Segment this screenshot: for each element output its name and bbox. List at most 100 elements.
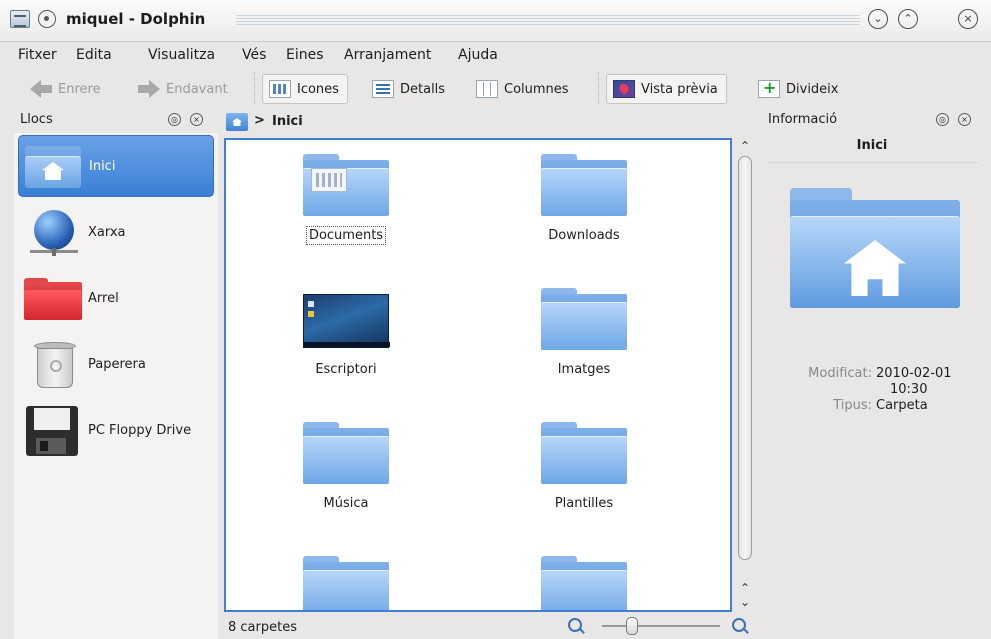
zoom-slider-handle[interactable] — [625, 617, 638, 635]
breadcrumb-current[interactable]: Inici — [272, 114, 303, 129]
file-item-label: Downloads — [548, 228, 620, 243]
place-label: Xarxa — [88, 224, 126, 240]
file-item-plantilles[interactable]: Plantilles — [484, 408, 684, 528]
modified-label: Modificat: — [808, 366, 872, 381]
toolbar: Enrere Endavant Icones Detalls Columnes … — [0, 68, 991, 108]
place-item-floppy[interactable]: PC Floppy Drive — [18, 399, 214, 461]
floppy-icon — [20, 404, 82, 456]
file-item-escriptori[interactable]: Escriptori — [246, 274, 446, 394]
folder-icon — [541, 284, 627, 350]
folder-icon — [541, 418, 627, 484]
place-item-arrel[interactable]: Arrel — [18, 267, 214, 329]
menu-fitxer[interactable]: Fitxer — [18, 47, 57, 63]
forward-button[interactable]: Endavant — [138, 74, 228, 104]
zoom-slider[interactable] — [602, 625, 720, 627]
folder-icon — [541, 552, 627, 610]
forward-arrow-icon — [138, 80, 160, 98]
menu-arranjament[interactable]: Arranjament — [344, 47, 431, 63]
places-panel: Llocs ◎ × Inici Xarxa Arrel Paperera PC … — [14, 108, 218, 639]
scrollbar-thumb[interactable] — [738, 156, 752, 560]
file-item-label: Imatges — [557, 362, 611, 377]
forward-label: Endavant — [166, 81, 228, 97]
close-panel-icon[interactable]: × — [958, 113, 971, 126]
float-panel-icon[interactable]: ◎ — [168, 113, 181, 126]
columns-view-label: Columnes — [504, 81, 569, 97]
place-item-inici[interactable]: Inici — [18, 135, 214, 197]
details-view-button[interactable]: Detalls — [372, 74, 445, 104]
type-value: Carpeta — [876, 398, 928, 413]
zoom-out-icon[interactable] — [568, 618, 582, 632]
status-text: 8 carpetes — [228, 620, 297, 635]
vertical-scrollbar[interactable]: ⌃ ⌃ ⌄ — [734, 138, 756, 612]
file-item-partial[interactable] — [246, 542, 446, 610]
file-item-partial[interactable] — [484, 542, 684, 610]
file-icon-view[interactable]: Documents Downloads Escriptori Imatges M… — [224, 138, 732, 612]
file-item-downloads[interactable]: Downloads — [484, 140, 684, 260]
modified-date: 2010-02-01 — [876, 366, 952, 381]
float-panel-icon[interactable]: ◎ — [936, 113, 949, 126]
icons-view-button[interactable]: Icones — [262, 74, 348, 104]
red-folder-icon — [20, 272, 82, 324]
breadcrumb: > Inici — [222, 108, 758, 138]
scroll-down-icon[interactable]: ⌄ — [738, 596, 752, 608]
toolbar-separator — [598, 72, 599, 104]
scroll-up-icon[interactable]: ⌃ — [738, 582, 752, 594]
close-icon[interactable]: × — [958, 9, 978, 29]
menu-ves[interactable]: Vés — [242, 47, 266, 63]
back-label: Enrere — [58, 81, 101, 97]
divider — [768, 162, 978, 163]
breadcrumb-home-icon[interactable] — [226, 113, 248, 131]
home-folder-icon — [21, 140, 83, 192]
scroll-up-icon[interactable]: ⌃ — [738, 140, 752, 152]
folder-documents-icon — [303, 150, 389, 216]
maximize-icon[interactable]: ⌃ — [898, 9, 918, 29]
trash-icon — [20, 338, 82, 390]
status-bar: 8 carpetes — [222, 614, 758, 639]
split-view-label: Divideix — [786, 81, 839, 97]
sticky-pin-icon[interactable] — [38, 10, 56, 28]
file-item-label: Escriptori — [315, 362, 377, 377]
details-view-label: Detalls — [400, 81, 446, 97]
folder-icon — [303, 552, 389, 610]
title-bar[interactable]: miquel - Dolphin ⌄ ⌃ × — [0, 0, 991, 42]
menu-visualitza[interactable]: Visualitza — [148, 47, 215, 63]
file-item-musica[interactable]: Música — [246, 408, 446, 528]
menu-eines[interactable]: Eines — [286, 47, 324, 63]
place-item-xarxa[interactable]: Xarxa — [18, 201, 214, 263]
place-label: PC Floppy Drive — [88, 422, 192, 438]
preview-label: Vista prèvia — [641, 81, 718, 97]
file-item-imatges[interactable]: Imatges — [484, 274, 684, 394]
file-item-documents[interactable]: Documents — [246, 140, 446, 260]
breadcrumb-separator-icon: > — [254, 113, 265, 128]
columns-view-button[interactable]: Columnes — [476, 74, 569, 104]
information-panel-title: Informació — [768, 112, 838, 127]
places-panel-header: Llocs ◎ × — [14, 108, 218, 132]
preview-icon — [613, 80, 635, 98]
preview-toggle-button[interactable]: Vista prèvia — [606, 74, 727, 104]
menu-edita[interactable]: Edita — [76, 47, 112, 63]
title-bar-decoration — [236, 15, 860, 27]
columns-view-icon — [476, 80, 498, 98]
split-view-button[interactable]: Divideix — [758, 74, 838, 104]
icons-view-label: Icones — [297, 81, 339, 97]
information-panel-header: Informació ◎ × — [762, 108, 982, 132]
place-item-paperera[interactable]: Paperera — [18, 333, 214, 395]
toolbar-separator — [254, 72, 255, 104]
window-title: miquel - Dolphin — [66, 10, 206, 28]
place-label: Inici — [89, 158, 116, 174]
modified-time: 10:30 — [890, 382, 928, 397]
menu-ajuda[interactable]: Ajuda — [458, 47, 498, 63]
type-label: Tipus: — [833, 398, 872, 413]
minimize-icon[interactable]: ⌄ — [868, 9, 888, 29]
file-item-label: Plantilles — [554, 496, 614, 511]
zoom-in-icon[interactable] — [732, 618, 746, 632]
file-item-label: Música — [323, 496, 369, 511]
desktop-thumbnail-icon — [303, 284, 390, 350]
window-menu-icon[interactable] — [10, 10, 30, 28]
info-metadata: Modificat: 2010-02-01 10:30 Tipus: Carpe… — [762, 366, 982, 414]
back-arrow-icon — [30, 80, 52, 98]
icons-view-icon — [269, 80, 291, 98]
information-panel: Informació ◎ × Inici Modificat: 2010-02-… — [762, 108, 982, 639]
close-panel-icon[interactable]: × — [190, 113, 203, 126]
back-button[interactable]: Enrere — [30, 74, 101, 104]
